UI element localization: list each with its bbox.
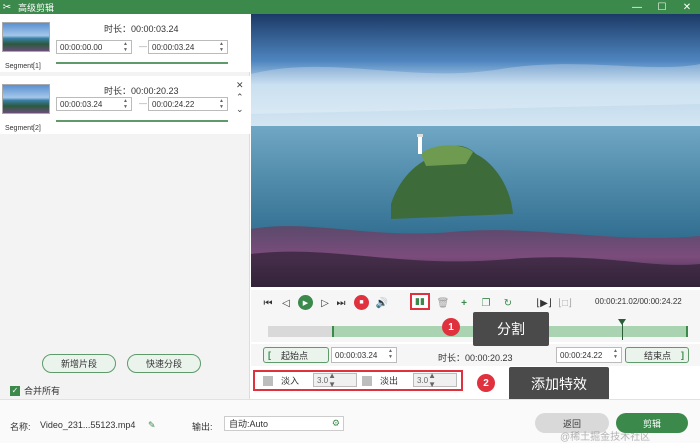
spinner-icon[interactable]: ▲ ▼ (612, 348, 619, 360)
merge-all-toggle[interactable]: ✓ 合并所有 (10, 384, 60, 397)
start-time-value: 00:00:03.24 (335, 350, 378, 360)
segment-item[interactable]: Segment[2] 时长：00:00:20.23 00:00:03.24 ▲ ▼… (0, 76, 250, 134)
annotation-badge-2: 2 (477, 374, 495, 392)
segment-progress-line (56, 62, 228, 64)
file-name: Video_231...55123.mp4 (40, 420, 136, 430)
segment-start-value: 00:00:03.24 (60, 99, 103, 109)
video-preview[interactable] (251, 14, 700, 287)
checkbox-unchecked-icon[interactable] (263, 375, 273, 386)
delete-icon[interactable]: 🗑 (436, 296, 450, 310)
title-bar: ✂ 高级剪辑 — ☐ ✕ (0, 0, 700, 14)
mark-out-icon[interactable]: ⌊□⌋ (558, 296, 572, 310)
step-back-icon[interactable]: ◁ (279, 296, 293, 310)
fade-out-toggle[interactable]: 淡出 (362, 374, 398, 387)
segment-duration: 时长：00:00:20.23 (104, 86, 179, 96)
minimize-button[interactable]: — (626, 0, 648, 14)
fade-in-duration-input[interactable]: 3.0 ▲ ▼ (313, 371, 357, 389)
split-icon: ▮▮ (415, 296, 425, 306)
set-end-button[interactable]: 结束点 ] (625, 347, 689, 363)
copy-icon[interactable]: ❐ (479, 296, 493, 310)
segment-label: Segment[2] (5, 125, 41, 132)
fade-out-label: 淡出 (380, 376, 399, 386)
segment-start-value: 00:00:00.00 (60, 42, 103, 52)
segment-end-input[interactable]: 00:00:24.22 ▲ ▼ (148, 97, 228, 111)
time-readout: 00:00:21.02/00:00:24.22 (595, 297, 682, 306)
quick-split-button[interactable]: 快速分段 (127, 354, 201, 373)
set-start-button[interactable]: [ 起始点 (263, 347, 329, 363)
window-title: 高级剪辑 (18, 2, 55, 13)
bracket-close-icon: ] (681, 350, 684, 360)
segment-end-value: 00:00:03.24 (152, 42, 195, 52)
video-frame-image (251, 14, 700, 287)
segment-start-input[interactable]: 00:00:03.24 ▲ ▼ (56, 97, 132, 111)
close-button[interactable]: ✕ (676, 0, 698, 14)
segment-end-value: 00:00:24.22 (152, 99, 195, 109)
chevron-up-icon[interactable]: ⌃ (236, 92, 244, 103)
merge-all-label: 合并所有 (24, 386, 61, 396)
volume-icon[interactable]: 🔊 (375, 296, 389, 310)
watermark: @稀土掘金技术社区 (560, 432, 651, 443)
app-logo-icon: ✂ (2, 1, 12, 13)
checkbox-unchecked-icon[interactable] (362, 375, 372, 386)
edit-name-icon[interactable]: ✎ (148, 420, 156, 431)
range-duration: 时长：00:00:20.23 (438, 353, 513, 363)
bracket-open-icon: [ (268, 350, 271, 360)
close-icon[interactable]: ✕ (236, 80, 244, 91)
end-time-value: 00:00:24.22 (560, 350, 603, 360)
range-separator: — (139, 42, 147, 51)
maximize-button[interactable]: ☐ (651, 0, 673, 14)
spinner-icon[interactable]: ▲ ▼ (328, 371, 336, 389)
chevron-down-icon[interactable]: ⌄ (236, 104, 244, 115)
playhead-handle-icon[interactable] (618, 319, 626, 325)
name-label: 名称: (10, 422, 31, 432)
segment-thumbnail (2, 22, 50, 52)
annotation-callout-1: 分割 (473, 312, 549, 346)
settings-gear-icon[interactable]: ⚙ (332, 418, 340, 429)
spinner-icon[interactable]: ▲ ▼ (122, 98, 129, 110)
spinner-icon[interactable]: ▲ ▼ (428, 371, 436, 389)
start-time-input[interactable]: 00:00:03.24 ▲ ▼ (331, 347, 397, 363)
add-segment-button[interactable]: 新增片段 (42, 354, 116, 373)
split-button[interactable]: ▮▮ (410, 293, 430, 310)
segment-progress-line (56, 120, 228, 122)
undo-icon[interactable]: ↻ (501, 296, 515, 310)
spinner-icon[interactable]: ▲ ▼ (218, 41, 225, 53)
output-format-select[interactable]: 自动:Auto ⚙ (224, 416, 344, 431)
fade-out-duration-input[interactable]: 3.0 ▲ ▼ (413, 371, 457, 389)
stop-button[interactable]: ■ (354, 295, 369, 310)
output-label: 输出: (192, 422, 213, 432)
segment-thumbnail (2, 84, 50, 114)
skip-to-start-icon[interactable]: ⏮ (261, 296, 275, 310)
spinner-icon[interactable]: ▲ ▼ (218, 98, 225, 110)
segment-duration: 时长：00:00:03.24 (104, 24, 179, 34)
fade-out-value: 3.0 (417, 375, 429, 385)
annotation-callout-2: 添加特效 (509, 367, 609, 401)
play-button[interactable]: ▶ (298, 295, 313, 310)
end-time-input[interactable]: 00:00:24.22 ▲ ▼ (556, 347, 622, 363)
set-end-label: 结束点 (643, 350, 671, 361)
skip-to-end-icon[interactable]: ⏭ (334, 296, 348, 310)
segment-start-input[interactable]: 00:00:00.00 ▲ ▼ (56, 40, 132, 54)
fade-in-label: 淡入 (281, 376, 300, 386)
annotation-badge-1: 1 (442, 318, 460, 336)
segment-item[interactable]: Segment[1] 时长：00:00:03.24 00:00:00.00 ▲ ▼… (0, 14, 250, 72)
mark-in-icon[interactable]: ⌊▶⌋ (536, 296, 552, 310)
fade-in-value: 3.0 (317, 375, 329, 385)
spinner-icon[interactable]: ▲ ▼ (387, 348, 394, 360)
segment-end-input[interactable]: 00:00:03.24 ▲ ▼ (148, 40, 228, 54)
output-format-value: 自动:Auto (229, 419, 269, 429)
step-forward-icon[interactable]: ▷ (318, 296, 332, 310)
segment-label: Segment[1] (5, 63, 41, 70)
add-icon[interactable]: + (457, 296, 471, 310)
fade-in-toggle[interactable]: 淡入 (263, 374, 299, 387)
spinner-icon[interactable]: ▲ ▼ (122, 41, 129, 53)
range-separator: — (139, 99, 147, 108)
checkbox-checked-icon[interactable]: ✓ (10, 385, 20, 396)
set-start-label: 起始点 (281, 350, 309, 361)
